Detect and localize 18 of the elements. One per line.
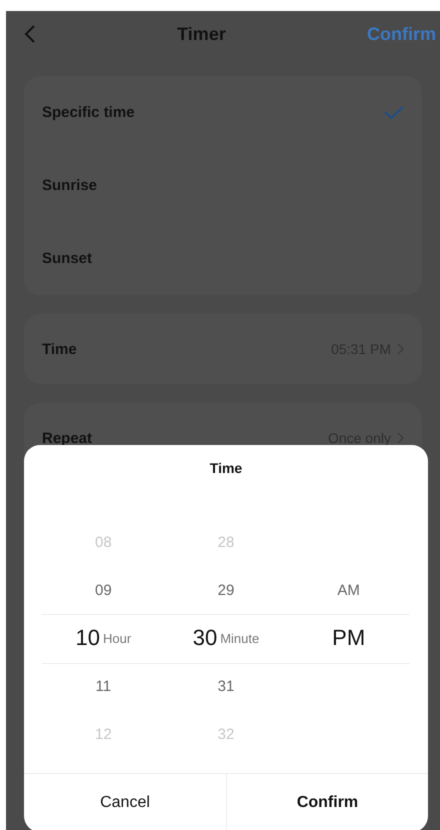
chevron-right-icon — [397, 432, 404, 444]
cancel-button[interactable]: Cancel — [24, 774, 226, 830]
picker-item[interactable]: 10 — [75, 625, 100, 651]
unit-label: Hour — [102, 630, 132, 646]
picker-item[interactable]: 11 — [96, 678, 112, 694]
picker-item[interactable]: 30 — [192, 625, 218, 651]
picker-item[interactable]: 29 — [218, 582, 234, 598]
back-icon[interactable] — [24, 24, 36, 44]
unit-label: Minute — [220, 630, 260, 646]
picker-item[interactable]: 31 — [218, 678, 234, 694]
picker-item[interactable]: AM — [337, 582, 360, 598]
picker-item[interactable]: 09 — [94, 582, 112, 598]
page-title: Timer — [177, 24, 226, 44]
setting-label: Repeat — [42, 430, 92, 446]
setting-label: Time — [42, 340, 77, 358]
dialog-title: Time — [210, 460, 242, 476]
picker-item[interactable]: PM — [332, 625, 366, 651]
confirm-button[interactable]: Confirm — [226, 774, 428, 830]
